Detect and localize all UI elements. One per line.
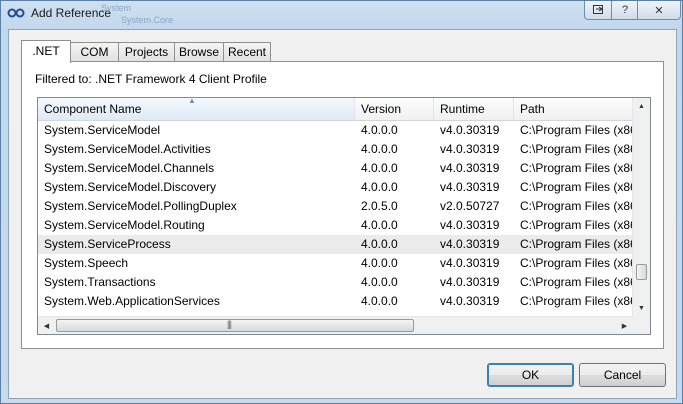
cell-path: C:\Program Files (x86 [520, 199, 633, 213]
cell-path: C:\Program Files (x86 [520, 123, 633, 137]
cell-version: 4.0.0.0 [361, 275, 398, 289]
dialog-body: .NET COM Projects Browse Recent Filtered… [8, 29, 677, 399]
tab-projects[interactable]: Projects [118, 42, 175, 62]
tab-com[interactable]: COM [70, 42, 119, 62]
cell-name: System.ServiceProcess [44, 237, 171, 251]
table-row[interactable]: System.ServiceProcess 4.0.0.0 v4.0.30319 C:… [38, 235, 633, 254]
tab-dotnet[interactable]: .NET [21, 40, 71, 63]
cell-name: System.Speech [44, 256, 129, 270]
cell-path: C:\Program Files (x86 [520, 180, 633, 194]
cell-runtime: v4.0.30319 [440, 275, 500, 289]
component-list[interactable]: ▲ Component Name Version Runtime Path Sy… [37, 97, 651, 335]
cancel-button[interactable]: Cancel [579, 363, 666, 387]
column-header-runtime[interactable]: Runtime [434, 98, 514, 120]
scrollbar-corner [633, 317, 650, 334]
cell-name: System.ServiceModel [44, 123, 161, 137]
cell-name: System.ServiceModel.Channels [44, 161, 215, 175]
cell-version: 4.0.0.0 [361, 161, 398, 175]
scroll-right-arrow-icon[interactable]: ▶ [616, 317, 633, 334]
cell-runtime: v2.0.50727 [440, 199, 500, 213]
list-rows: System.ServiceModel 4.0.0.0 v4.0.30319 C:\P… [38, 121, 633, 311]
tab-recent[interactable]: Recent [223, 42, 271, 62]
cell-name: System.ServiceModel.Discovery [44, 180, 217, 194]
cell-runtime: v4.0.30319 [440, 161, 500, 175]
cell-runtime: v4.0.30319 [440, 237, 500, 251]
table-row[interactable]: System.ServiceModel 4.0.0.0 v4.0.30319 C:\P… [38, 121, 633, 140]
scroll-left-arrow-icon[interactable]: ◀ [38, 317, 55, 334]
cell-path: C:\Program Files (x86 [520, 237, 633, 251]
help-context-icon [592, 5, 603, 14]
background-text: System [101, 3, 132, 13]
cell-version: 4.0.0.0 [361, 142, 398, 156]
cell-name: System.ServiceModel.Activities [44, 142, 211, 156]
cell-name: System.ServiceModel.PollingDuplex [44, 199, 237, 213]
cell-name: System.Web.ApplicationServices [44, 294, 220, 308]
horizontal-scrollbar[interactable]: ◀ ||| ▶ [38, 316, 633, 334]
close-icon: ✕ [654, 4, 664, 17]
scroll-down-arrow-icon[interactable]: ▼ [633, 300, 650, 317]
table-row[interactable]: System.ServiceModel.Activities 4.0.0.0 v4.… [38, 140, 633, 159]
close-button[interactable]: ✕ [637, 1, 681, 20]
cell-version: 4.0.0.0 [361, 218, 398, 232]
scroll-up-arrow-icon[interactable]: ▲ [633, 98, 650, 115]
table-row[interactable]: System.Transactions 4.0.0.0 v4.0.30319 C:\P… [38, 273, 633, 292]
cell-version: 4.0.0.0 [361, 180, 398, 194]
filter-label: Filtered to: .NET Framework 4 Client Pro… [35, 72, 267, 86]
table-row[interactable]: System.Speech 4.0.0.0 v4.0.30319 C:\Program… [38, 254, 633, 273]
cell-runtime: v4.0.30319 [440, 256, 500, 270]
cell-path: C:\Program Files (x86 [520, 256, 633, 270]
cell-path: C:\Program Files (x86 [520, 161, 633, 175]
cell-path: C:\Program Files (x86 [520, 294, 633, 308]
column-header-label: Component Name [44, 102, 142, 116]
table-row[interactable]: System.ServiceModel.Channels 4.0.0.0 v4.0.… [38, 159, 633, 178]
cell-runtime: v4.0.30319 [440, 218, 500, 232]
grip-icon: ||| [227, 319, 232, 329]
cell-runtime: v4.0.30319 [440, 294, 500, 308]
add-reference-icon [7, 8, 25, 18]
column-header-version[interactable]: Version [355, 98, 434, 120]
cell-path: C:\Program Files (x86 [520, 275, 633, 289]
tab-browse[interactable]: Browse [174, 42, 224, 62]
title-bar[interactable]: Add Reference System System.Core ? ✕ [1, 1, 682, 27]
column-header-path[interactable]: Path [514, 98, 633, 120]
table-row[interactable]: System.ServiceModel.Discovery 4.0.0.0 v4.0… [38, 178, 633, 197]
cell-path: C:\Program Files (x86 [520, 142, 633, 156]
table-row[interactable]: System.ServiceModel.PollingDuplex 2.0.5.0… [38, 197, 633, 216]
horizontal-scroll-thumb[interactable]: ||| [56, 319, 414, 332]
cell-version: 4.0.0.0 [361, 294, 398, 308]
add-reference-dialog: Add Reference System System.Core ? ✕ .NE… [0, 0, 683, 404]
cell-runtime: v4.0.30319 [440, 142, 500, 156]
table-row[interactable]: System.Web.ApplicationServices 4.0.0.0 v4.… [38, 292, 633, 311]
cell-version: 4.0.0.0 [361, 237, 398, 251]
table-row[interactable]: System.ServiceModel.Routing 4.0.0.0 v4.0.3… [38, 216, 633, 235]
cell-path: C:\Program Files (x86 [520, 218, 633, 232]
list-header: ▲ Component Name Version Runtime Path [38, 98, 633, 121]
cell-runtime: v4.0.30319 [440, 180, 500, 194]
background-text: System.Core [121, 15, 174, 25]
cell-version: 4.0.0.0 [361, 256, 398, 270]
cell-name: System.ServiceModel.Routing [44, 218, 205, 232]
sort-ascending-icon: ▲ [188, 97, 196, 105]
vertical-scroll-thumb[interactable] [636, 264, 647, 280]
cell-name: System.Transactions [44, 275, 156, 289]
cell-runtime: v4.0.30319 [440, 123, 500, 137]
context-help-button[interactable] [584, 1, 613, 20]
ok-button[interactable]: OK [487, 363, 574, 387]
cell-version: 4.0.0.0 [361, 123, 398, 137]
vertical-scrollbar[interactable]: ▲ ▼ [632, 98, 650, 317]
window-title: Add Reference [31, 6, 112, 20]
tab-panel: Filtered to: .NET Framework 4 Client Pro… [21, 61, 664, 349]
column-header-component-name[interactable]: ▲ Component Name [38, 98, 355, 120]
cell-version: 2.0.5.0 [361, 199, 398, 213]
help-button[interactable]: ? [611, 1, 639, 20]
